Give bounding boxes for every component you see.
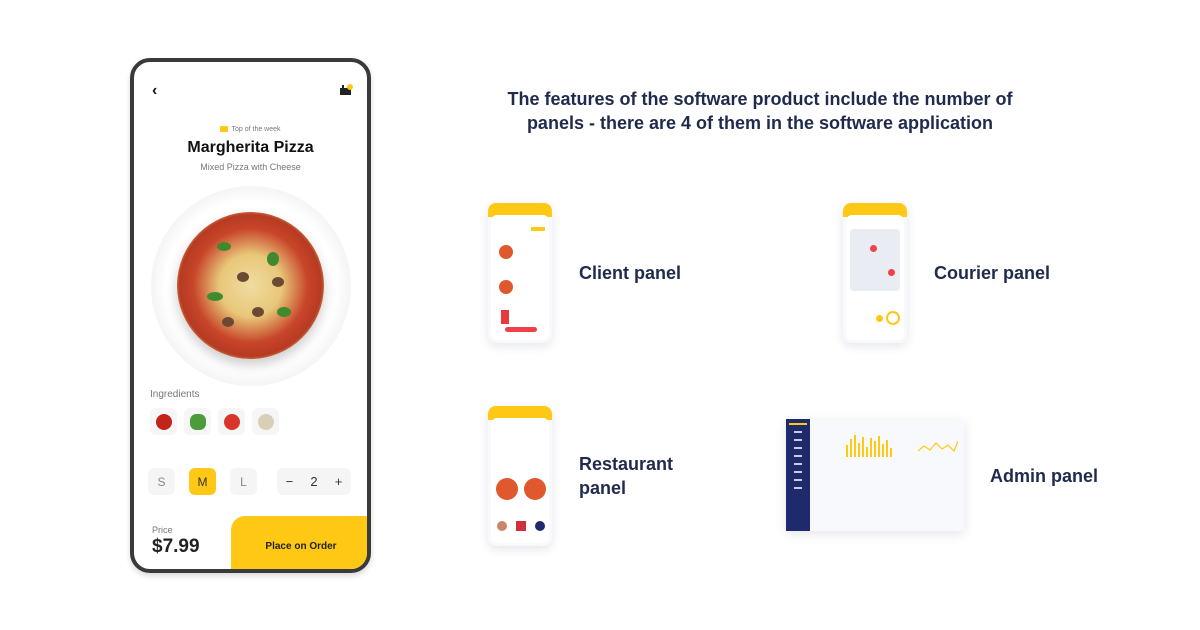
ingredients-list: [150, 408, 279, 435]
basket-icon[interactable]: [339, 84, 353, 96]
thumb-body: [491, 418, 549, 543]
thumb-body: [846, 215, 904, 340]
size-m-button[interactable]: M: [189, 468, 216, 495]
admin-panel-thumbnail[interactable]: [786, 419, 964, 531]
pizza-image: [177, 212, 324, 359]
map-pin-icon: [870, 245, 877, 252]
ingredient-dough[interactable]: [252, 408, 279, 435]
ingredient-tomato-sauce[interactable]: [150, 408, 177, 435]
place-order-mini-button: [505, 327, 537, 332]
pizza-icon: [524, 478, 546, 500]
crown-icon: [220, 126, 229, 132]
price-label: Price: [152, 525, 173, 535]
client-panel-thumbnail[interactable]: [488, 203, 552, 343]
line-chart: [918, 440, 958, 453]
size-l-button[interactable]: L: [230, 468, 257, 495]
restaurant-panel-thumbnail[interactable]: [488, 406, 552, 546]
client-panel-label: Client panel: [579, 263, 682, 283]
product-subtitle: Mixed Pizza with Cheese: [200, 162, 301, 172]
admin-panel-label: Admin panel: [990, 466, 1099, 486]
add-item: [535, 521, 545, 531]
bar-chart: [846, 433, 908, 457]
pizza-icon: [499, 245, 513, 259]
back-icon[interactable]: ‹: [152, 82, 157, 100]
courier-panel-thumbnail[interactable]: [843, 203, 907, 343]
phone-mockup: ‹ Top of the week Margherita Pizza Mixed…: [130, 58, 371, 573]
headline: The features of the software product inc…: [507, 89, 1013, 133]
badge-text: Top of the week: [231, 126, 281, 133]
size-selector: S M L: [148, 468, 257, 495]
add-item: [497, 521, 507, 531]
add-item: [516, 521, 526, 531]
ingredient-vegetables[interactable]: [184, 408, 211, 435]
minus-button[interactable]: −: [286, 474, 294, 489]
plus-button[interactable]: +: [335, 474, 343, 489]
ingredients-label: Ingredients: [150, 389, 200, 400]
top-of-week-badge: Top of the week: [134, 126, 367, 133]
quantity-stepper: − 2 +: [277, 468, 351, 495]
courier-panel-label: Courier panel: [934, 263, 1051, 283]
admin-sidebar: [786, 419, 810, 531]
pizza-icon: [496, 478, 518, 500]
progress-ring: [886, 311, 900, 325]
place-order-button[interactable]: Place on Order: [231, 516, 367, 569]
restaurant-panel-label: Restaurant panel: [579, 454, 674, 498]
tag: [531, 227, 545, 231]
thumb-body: [491, 215, 549, 340]
drink-icon: [501, 310, 509, 324]
quantity-value: 2: [310, 474, 318, 489]
product-title: Margherita Pizza: [187, 139, 314, 156]
map-pin-icon: [888, 269, 895, 276]
status-dot: [876, 315, 883, 322]
pizza-icon: [499, 280, 513, 294]
size-s-button[interactable]: S: [148, 468, 175, 495]
ingredient-tomatoes[interactable]: [218, 408, 245, 435]
price-value: $7.99: [152, 536, 200, 557]
map: [850, 229, 900, 291]
